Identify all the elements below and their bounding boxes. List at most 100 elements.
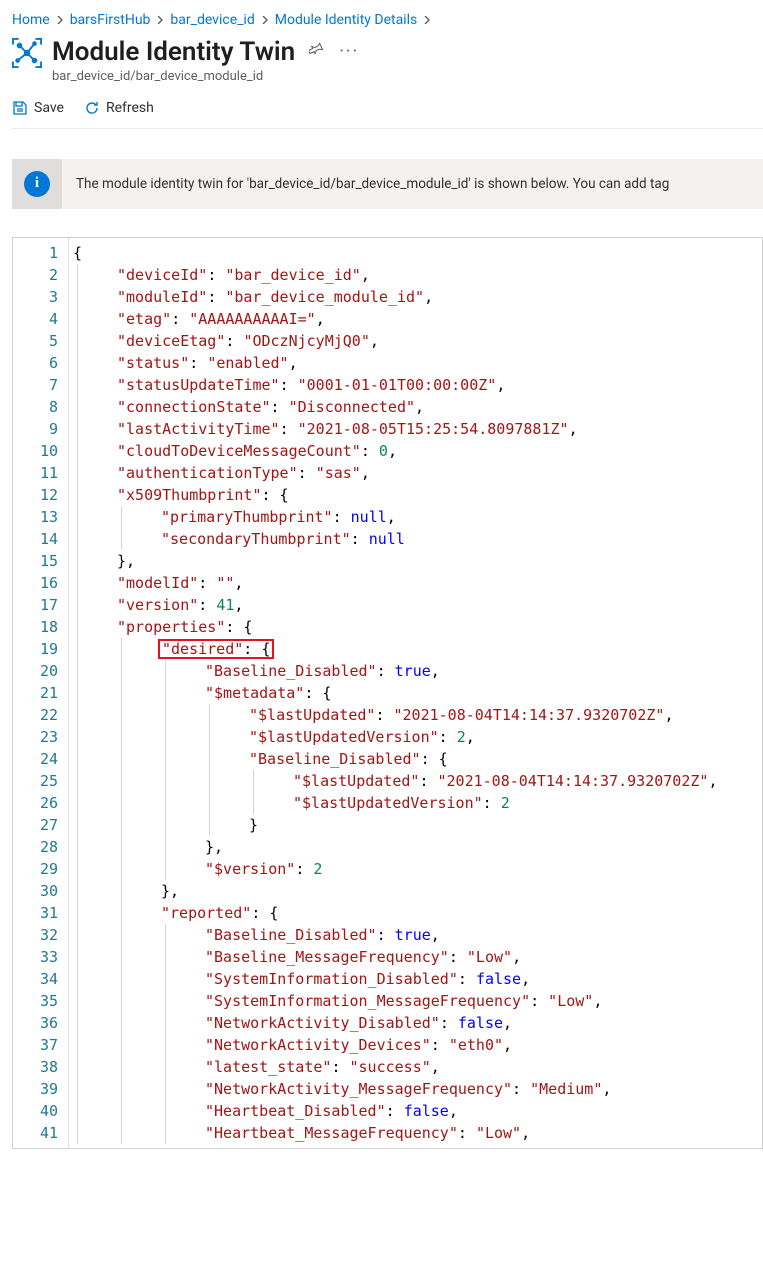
line-number: 1 xyxy=(13,242,58,264)
code-line[interactable]: "Baseline_Disabled": { xyxy=(69,748,762,770)
json-editor[interactable]: 1234567891011121314151617181920212223242… xyxy=(12,237,763,1149)
code-line[interactable]: { xyxy=(69,242,762,264)
line-number: 15 xyxy=(13,550,58,572)
save-label: Save xyxy=(34,100,64,116)
code-line[interactable]: "primaryThumbprint": null, xyxy=(69,506,762,528)
page-header: Module Identity Twin ··· bar_device_id/b… xyxy=(12,34,763,94)
code-line[interactable]: "NetworkActivity_Disabled": false, xyxy=(69,1012,762,1034)
code-area[interactable]: {"deviceId": "bar_device_id","moduleId":… xyxy=(69,238,762,1148)
code-line[interactable]: "NetworkActivity_MessageFrequency": "Med… xyxy=(69,1078,762,1100)
breadcrumb-home[interactable]: Home xyxy=(12,12,50,28)
line-number: 20 xyxy=(13,660,58,682)
code-line[interactable]: "version": 41, xyxy=(69,594,762,616)
command-bar: Save Refresh xyxy=(12,94,763,129)
line-number: 32 xyxy=(13,924,58,946)
code-line[interactable]: "Heartbeat_MessageFrequency": "Low", xyxy=(69,1122,762,1144)
code-line[interactable]: "deviceEtag": "ODczNjcyMjQ0", xyxy=(69,330,762,352)
line-number: 14 xyxy=(13,528,58,550)
code-line[interactable]: "cloudToDeviceMessageCount": 0, xyxy=(69,440,762,462)
line-number: 5 xyxy=(13,330,58,352)
info-banner-message: The module identity twin for 'bar_device… xyxy=(62,176,683,192)
code-line[interactable]: "$lastUpdated": "2021-08-04T14:14:37.932… xyxy=(69,770,762,792)
code-line[interactable]: "latest_state": "success", xyxy=(69,1056,762,1078)
code-line[interactable]: "$lastUpdated": "2021-08-04T14:14:37.932… xyxy=(69,704,762,726)
line-number: 33 xyxy=(13,946,58,968)
line-number: 23 xyxy=(13,726,58,748)
code-line[interactable]: }, xyxy=(69,550,762,572)
code-line[interactable]: "status": "enabled", xyxy=(69,352,762,374)
code-line[interactable]: "lastActivityTime": "2021-08-05T15:25:54… xyxy=(69,418,762,440)
line-number: 31 xyxy=(13,902,58,924)
line-number: 40 xyxy=(13,1100,58,1122)
line-number: 28 xyxy=(13,836,58,858)
line-number: 16 xyxy=(13,572,58,594)
code-line[interactable]: } xyxy=(69,814,762,836)
chevron-right-icon xyxy=(56,16,64,24)
code-line[interactable]: "Baseline_Disabled": true, xyxy=(69,660,762,682)
line-number: 37 xyxy=(13,1034,58,1056)
breadcrumb: Home barsFirstHub bar_device_id Module I… xyxy=(12,12,763,34)
code-line[interactable]: "Heartbeat_Disabled": false, xyxy=(69,1100,762,1122)
code-line[interactable]: "NetworkActivity_Devices": "eth0", xyxy=(69,1034,762,1056)
line-number: 38 xyxy=(13,1056,58,1078)
code-line[interactable]: "secondaryThumbprint": null xyxy=(69,528,762,550)
code-line[interactable]: "$version": 2 xyxy=(69,858,762,880)
line-number: 12 xyxy=(13,484,58,506)
line-number: 21 xyxy=(13,682,58,704)
line-number: 29 xyxy=(13,858,58,880)
code-line[interactable]: }, xyxy=(69,836,762,858)
code-line[interactable]: "SystemInformation_Disabled": false, xyxy=(69,968,762,990)
save-button[interactable]: Save xyxy=(12,100,64,116)
line-number: 4 xyxy=(13,308,58,330)
line-number: 41 xyxy=(13,1122,58,1144)
code-line[interactable]: "authenticationType": "sas", xyxy=(69,462,762,484)
line-number: 19 xyxy=(13,638,58,660)
line-number: 34 xyxy=(13,968,58,990)
code-line[interactable]: "modelId": "", xyxy=(69,572,762,594)
breadcrumb-hub[interactable]: barsFirstHub xyxy=(70,12,151,28)
code-line[interactable]: "etag": "AAAAAAAAAAI=", xyxy=(69,308,762,330)
code-line[interactable]: "connectionState": "Disconnected", xyxy=(69,396,762,418)
line-number: 18 xyxy=(13,616,58,638)
refresh-icon xyxy=(84,100,100,116)
line-number: 2 xyxy=(13,264,58,286)
line-number: 7 xyxy=(13,374,58,396)
line-number: 8 xyxy=(13,396,58,418)
line-number: 9 xyxy=(13,418,58,440)
line-number: 10 xyxy=(13,440,58,462)
code-line[interactable]: "deviceId": "bar_device_id", xyxy=(69,264,762,286)
refresh-label: Refresh xyxy=(106,100,154,116)
breadcrumb-module-identity-details[interactable]: Module Identity Details xyxy=(275,12,417,28)
code-line[interactable]: "Baseline_MessageFrequency": "Low", xyxy=(69,946,762,968)
info-icon: i xyxy=(12,159,62,209)
line-number: 3 xyxy=(13,286,58,308)
chevron-right-icon xyxy=(156,16,164,24)
code-line[interactable]: "statusUpdateTime": "0001-01-01T00:00:00… xyxy=(69,374,762,396)
code-line[interactable]: "SystemInformation_MessageFrequency": "L… xyxy=(69,990,762,1012)
module-twin-icon xyxy=(12,38,42,68)
code-line[interactable]: "$metadata": { xyxy=(69,682,762,704)
code-line[interactable]: "desired": { xyxy=(69,638,762,660)
line-number: 17 xyxy=(13,594,58,616)
highlighted-desired-key: "desired": { xyxy=(158,639,274,659)
code-line[interactable]: "$lastUpdatedVersion": 2 xyxy=(69,792,762,814)
breadcrumb-device[interactable]: bar_device_id xyxy=(170,12,254,28)
info-banner: i The module identity twin for 'bar_devi… xyxy=(12,159,763,209)
code-line[interactable]: "moduleId": "bar_device_module_id", xyxy=(69,286,762,308)
line-number: 27 xyxy=(13,814,58,836)
line-number: 39 xyxy=(13,1078,58,1100)
code-line[interactable]: "reported": { xyxy=(69,902,762,924)
pin-icon[interactable] xyxy=(309,42,325,62)
line-number: 26 xyxy=(13,792,58,814)
code-line[interactable]: "$lastUpdatedVersion": 2, xyxy=(69,726,762,748)
code-line[interactable]: "x509Thumbprint": { xyxy=(69,484,762,506)
page-title: Module Identity Twin xyxy=(52,38,295,67)
chevron-right-icon xyxy=(261,16,269,24)
code-line[interactable]: "Baseline_Disabled": true, xyxy=(69,924,762,946)
line-number: 25 xyxy=(13,770,58,792)
more-actions-button[interactable]: ··· xyxy=(339,43,359,61)
save-icon xyxy=(12,100,28,116)
code-line[interactable]: }, xyxy=(69,880,762,902)
refresh-button[interactable]: Refresh xyxy=(84,100,154,116)
code-line[interactable]: "properties": { xyxy=(69,616,762,638)
